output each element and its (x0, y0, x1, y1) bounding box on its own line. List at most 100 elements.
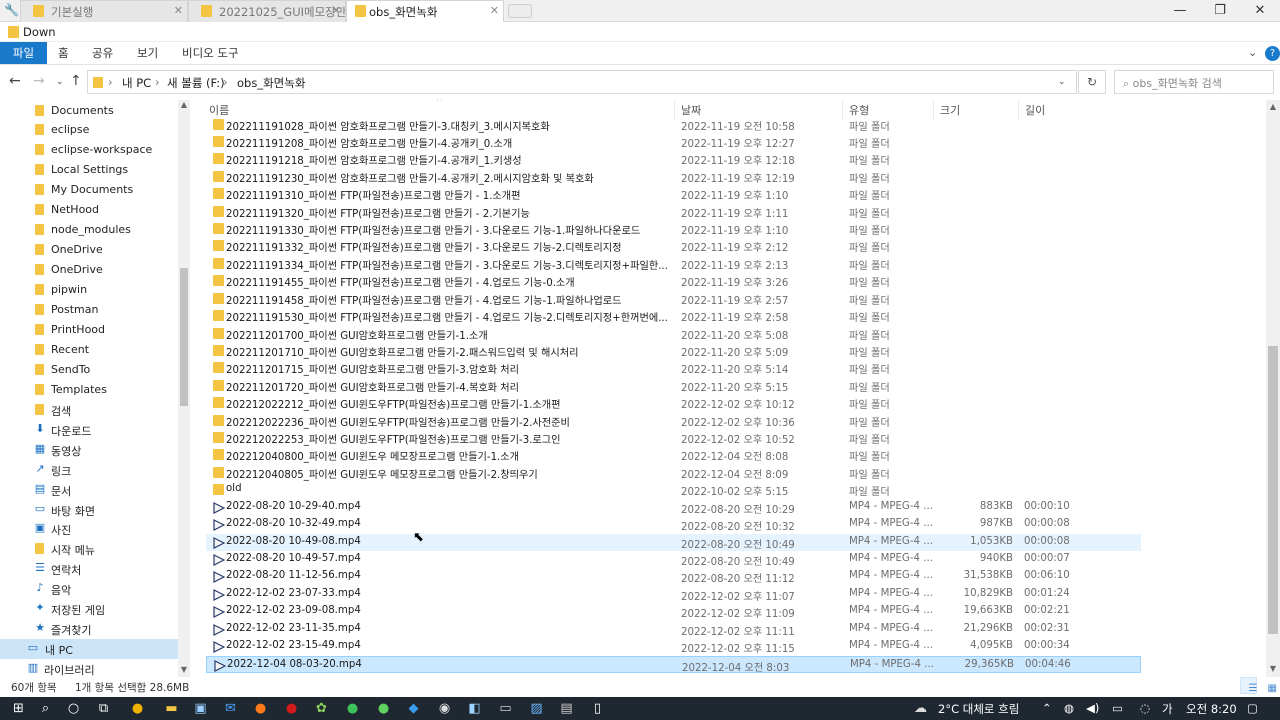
sidebar-item[interactable]: ★ 즐겨찾기 (0, 619, 178, 639)
folder-row[interactable]: 202211201700_파이썬 GUI암호화프로그램 만들기-1.소개 2022… (206, 325, 1141, 342)
tab-basic-run[interactable]: 기본실행 ✕ (20, 0, 188, 22)
details-view-button[interactable]: ☰ (1240, 677, 1257, 694)
help-button[interactable]: ? (1265, 46, 1280, 61)
vscode-icon[interactable]: ◆ (405, 700, 422, 717)
ribbon-tab-share[interactable]: 공유 (92, 42, 113, 64)
folder-row[interactable]: 202212040805_파이썬 GUI윈도우 메모장프로그램 만들기-2.창띄… (206, 464, 1141, 481)
store-icon[interactable]: ▣ (192, 700, 209, 717)
ribbon-tab-home[interactable]: 홈 (58, 42, 69, 64)
folder-row[interactable]: 202211191334_파이썬 FTP(파일전송)프로그램 만들기 - 3.다… (206, 255, 1141, 272)
sidebar-item[interactable]: ↗ 링크 (0, 460, 178, 480)
tab-close-icon[interactable]: ✕ (332, 4, 341, 17)
scroll-up-arrow-icon[interactable]: ▲ (1266, 102, 1280, 111)
close-button[interactable]: ✕ (1240, 0, 1280, 22)
breadcrumb-volume-f[interactable]: 새 볼륨 (F:) (167, 75, 225, 91)
sidebar-item[interactable]: ▭ 내 PC (0, 639, 178, 660)
folder-row[interactable]: 202212022253_파이썬 GUI윈도우FTP(파일전송)프로그램 만들기… (206, 429, 1141, 446)
sidebar-item[interactable]: Templates (0, 380, 178, 400)
photos-icon[interactable]: ▨ (528, 700, 545, 717)
recent-locations-chevron-icon[interactable]: ⌄ (56, 77, 64, 87)
notification-chat-icon[interactable]: ◌ (1140, 701, 1150, 715)
video-file-row[interactable]: 2022-12-02 23-07-33.mp4 2022-12-02 오후 11:… (206, 586, 1141, 603)
new-tab-button[interactable] (508, 4, 532, 18)
start-windows-icon[interactable]: ⊞ (10, 700, 27, 717)
ribbon-tab-file[interactable]: 파일 (0, 42, 47, 64)
video-file-row[interactable]: 2022-08-20 11-12-56.mp4 2022-08-20 오전 11:… (206, 568, 1141, 585)
folder-row[interactable]: 202211191320_파이썬 FTP(파일전송)프로그램 만들기 - 2.기… (206, 203, 1141, 220)
refresh-button[interactable]: ↻ (1078, 70, 1106, 94)
opera-icon[interactable]: ● (283, 700, 300, 717)
ime-indicator[interactable]: 가 (1162, 701, 1173, 717)
sidebar-item[interactable]: ⬇ 다운로드 (0, 420, 178, 440)
folder-row[interactable]: 202211191332_파이썬 FTP(파일전송)프로그램 만들기 - 3.다… (206, 237, 1141, 254)
sidebar-item[interactable]: Documents (0, 101, 178, 121)
video-file-row[interactable]: 2022-08-20 10-32-49.mp4 2022-08-20 오전 10:… (206, 516, 1141, 533)
app-icon[interactable]: ▤ (558, 700, 575, 717)
breadcrumb-this-pc[interactable]: 내 PC (122, 75, 151, 91)
address-history-chevron-icon[interactable]: ⌄ (1058, 77, 1066, 87)
scroll-up-arrow-icon[interactable]: ▲ (178, 100, 190, 109)
search-icon[interactable]: ⌕ (37, 700, 54, 717)
file-list-scroll-thumb[interactable] (1268, 346, 1278, 634)
chrome-icon[interactable]: ● (129, 700, 146, 717)
scroll-down-arrow-icon[interactable]: ▼ (178, 665, 190, 674)
app-icon[interactable]: ◧ (466, 700, 483, 717)
video-file-row[interactable]: 2022-08-20 10-29-40.mp4 2022-08-20 오전 10:… (206, 499, 1141, 516)
sidebar-item[interactable]: ☰ 연락처 (0, 559, 178, 579)
sidebar-item[interactable]: 검색 (0, 400, 178, 420)
folder-row[interactable]: 202211201715_파이썬 GUI암호화프로그램 만들기-3.암호화 처리… (206, 359, 1141, 376)
file-explorer-icon[interactable]: ▬ (163, 700, 180, 717)
battery-icon[interactable]: ▭ (1112, 701, 1123, 715)
action-center-icon[interactable]: ▢ (1247, 701, 1258, 715)
folder-row[interactable]: 202211191330_파이썬 FTP(파일전송)프로그램 만들기 - 3.다… (206, 220, 1141, 237)
tab-close-icon[interactable]: ✕ (490, 4, 499, 17)
volume-icon[interactable]: ◀) (1086, 701, 1099, 715)
sidebar-item[interactable]: ▥ 라이브러리 (0, 659, 178, 677)
forward-arrow-icon[interactable]: → (33, 73, 45, 89)
folder-row[interactable]: 202212022236_파이썬 GUI윈도우FTP(파일전송)프로그램 만들기… (206, 412, 1141, 429)
video-file-row[interactable]: 2022-12-02 23-11-35.mp4 2022-12-02 오후 11:… (206, 621, 1141, 638)
folder-row[interactable]: 202211191530_파이썬 FTP(파일전송)프로그램 만들기 - 4.업… (206, 307, 1141, 324)
folder-row[interactable]: 202211201710_파이썬 GUI암호화프로그램 만들기-2.패스워드입력… (206, 342, 1141, 359)
chat-app-icon[interactable]: ● (375, 700, 392, 717)
folder-row[interactable]: 202211191208_파이썬 암호화프로그램 만들기-4.공개키_0.소개 2… (206, 133, 1141, 150)
firefox-icon[interactable]: ● (252, 700, 269, 717)
folder-row[interactable]: 202211191230_파이썬 암호화프로그램 만들기-4.공개키_2.메시지… (206, 168, 1141, 185)
scroll-down-arrow-icon[interactable]: ▼ (1266, 664, 1280, 673)
task-view-icon[interactable]: ⧉ (95, 700, 112, 717)
folder-row[interactable]: 202211201720_파이썬 GUI암호화프로그램 만들기-4.복호화 처리… (206, 377, 1141, 394)
sidebar-item[interactable]: SendTo (0, 360, 178, 380)
sidebar-item[interactable]: ▦ 동영상 (0, 440, 178, 460)
network-icon[interactable]: ◍ (1064, 701, 1074, 715)
ribbon-tab-video-tools[interactable]: 비디오 도구 (182, 42, 239, 64)
tab-close-icon[interactable]: ✕ (174, 4, 183, 17)
sidebar-item[interactable]: node_modules (0, 220, 178, 240)
sidebar-item[interactable]: 시작 메뉴 (0, 539, 178, 559)
weather-cloud-icon[interactable]: ☁ (912, 700, 929, 717)
minimize-button[interactable]: — (1160, 0, 1200, 22)
breadcrumb-obs-folder[interactable]: obs_화면녹화 (237, 75, 305, 91)
video-file-row[interactable]: 2022-12-04 08-03-20.mp4 2022-12-04 오전 8:0… (206, 655, 1141, 674)
mail-icon[interactable]: ✉ (222, 700, 239, 717)
ribbon-tab-view[interactable]: 보기 (137, 42, 158, 64)
clock[interactable]: 오전 8:20 (1186, 701, 1237, 717)
maximize-button[interactable]: ❐ (1200, 0, 1240, 22)
app-icon[interactable]: ✿ (313, 700, 330, 717)
address-bar[interactable]: › 내 PC › 새 볼륨 (F:) › obs_화면녹화 ⌄ (87, 70, 1077, 94)
sidebar-item[interactable]: My Documents (0, 180, 178, 200)
navigation-pane-scroll-thumb[interactable] (180, 268, 188, 406)
tab-gui-memo[interactable]: 20221025_GUI메모장만들 ✕ (188, 0, 346, 22)
sidebar-item[interactable]: ▭ 바탕 화면 (0, 500, 178, 520)
notepad-icon[interactable]: ▯ (589, 700, 606, 717)
sidebar-item[interactable]: eclipse (0, 120, 178, 140)
sidebar-item[interactable]: ▤ 문서 (0, 480, 178, 500)
file-list-scrollbar[interactable]: ▲ ▼ (1266, 100, 1280, 677)
video-file-row[interactable]: 2022-08-20 10-49-57.mp4 2022-08-20 오전 10:… (206, 551, 1141, 568)
sidebar-item[interactable]: OneDrive (0, 240, 178, 260)
up-arrow-icon[interactable]: ↑ (70, 73, 82, 89)
folder-row[interactable]: 202211191310_파이썬 FTP(파일전송)프로그램 만들기 - 1.소… (206, 185, 1141, 202)
terminal-icon[interactable]: ▭ (497, 700, 514, 717)
tab-obs-recording[interactable]: obs_화면녹화 ✕ (346, 0, 504, 22)
search-input[interactable]: ⌕ obs_화면녹화 검색 (1114, 70, 1274, 94)
large-icons-view-button[interactable]: ▦ (1259, 677, 1277, 694)
